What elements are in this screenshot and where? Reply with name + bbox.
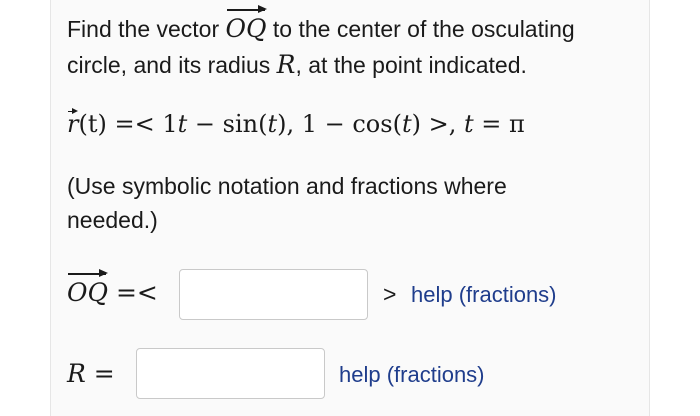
prompt-text-2b: , at the point indicated. bbox=[295, 52, 527, 78]
r-vector: r bbox=[67, 108, 79, 138]
curve-equation: r(t) =< 1t − sin(t), 1 − cos(t) >, t = π bbox=[67, 108, 525, 138]
oq-label: OQ =< bbox=[67, 269, 158, 307]
radius-var-label: R bbox=[67, 359, 86, 388]
eq-part-3: ), 1 − cos( bbox=[277, 110, 402, 138]
prompt-text-1a: Find the vector bbox=[67, 16, 226, 42]
r-help-fractions-link[interactable]: help (fractions) bbox=[339, 362, 485, 388]
oq-answer-input[interactable] bbox=[179, 269, 368, 320]
prompt-line-2: circle, and its radius R, at the point i… bbox=[67, 50, 527, 79]
eq-part-4: ) >, bbox=[411, 110, 464, 138]
eq-part-2: − sin( bbox=[187, 110, 268, 138]
vector-oq-inline: OQ bbox=[225, 5, 267, 43]
eq-t-4: t bbox=[463, 110, 474, 138]
r-answer-input[interactable] bbox=[136, 348, 325, 399]
radius-var-inline: R bbox=[276, 50, 296, 79]
eq-part-5: = π bbox=[473, 110, 525, 138]
page: Find the vector OQ to the center of the … bbox=[0, 0, 700, 416]
prompt-text-1b: to the center of the osculating bbox=[266, 16, 575, 42]
r-equals: = bbox=[85, 359, 115, 388]
oq-equals: =< bbox=[108, 278, 158, 307]
note-line-2: needed.) bbox=[67, 207, 158, 233]
vector-oq-label: OQ bbox=[67, 269, 108, 307]
eq-part-1: (t) =< 1 bbox=[78, 110, 178, 138]
prompt-text-2a: circle, and its radius bbox=[67, 52, 277, 78]
eq-t-3: t bbox=[401, 110, 412, 138]
oq-help-fractions-link[interactable]: help (fractions) bbox=[411, 282, 557, 308]
note-line-1: (Use symbolic notation and fractions whe… bbox=[67, 173, 507, 199]
oq-close-bracket: > bbox=[383, 281, 397, 307]
question-card: Find the vector OQ to the center of the … bbox=[50, 0, 650, 416]
eq-t-1: t bbox=[177, 110, 188, 138]
prompt-line-1: Find the vector OQ to the center of the … bbox=[67, 5, 575, 43]
eq-t-2: t bbox=[267, 110, 278, 138]
r-label: R = bbox=[67, 359, 115, 388]
